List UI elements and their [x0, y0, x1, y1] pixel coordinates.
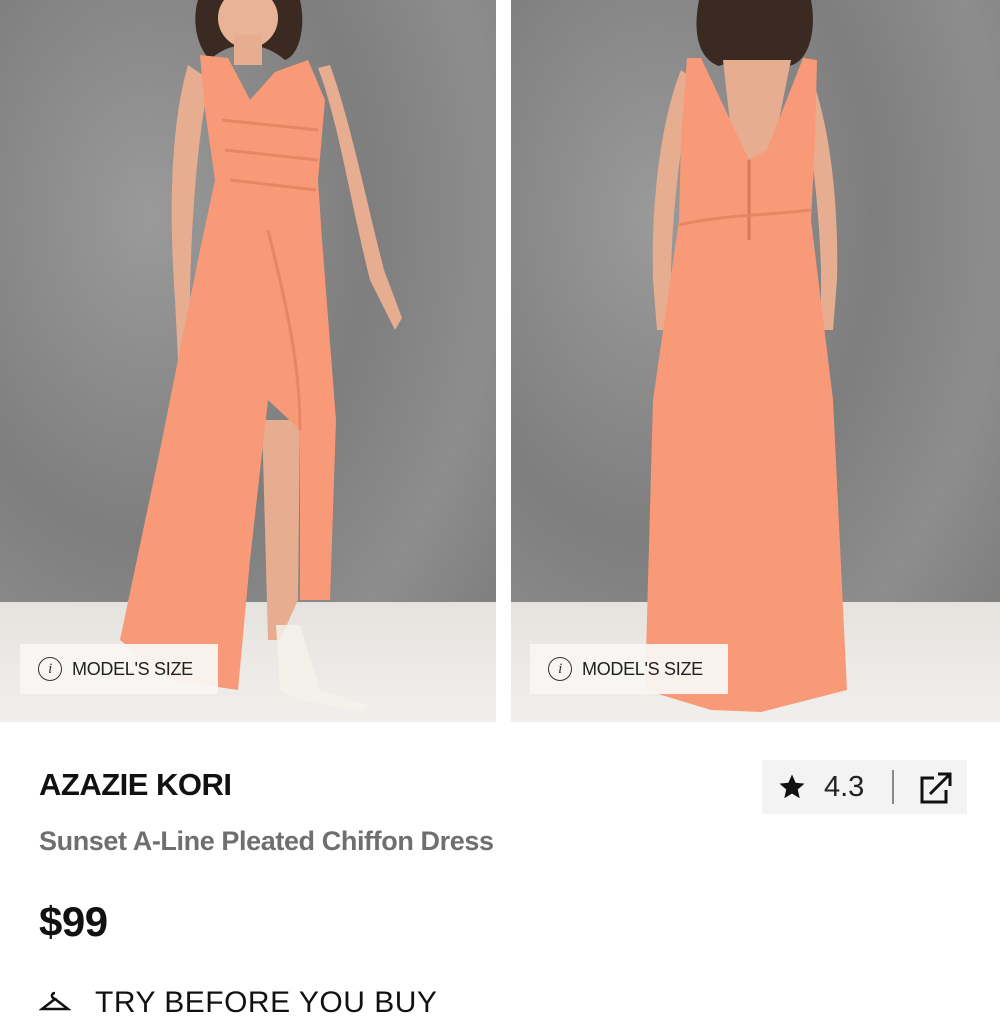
- rating-share-bar: 4.3: [762, 760, 967, 814]
- product-name: Sunset A-Line Pleated Chiffon Dress: [39, 826, 494, 856]
- product-gallery: i MODEL'S SIZE i MODEL'S SIZE: [0, 0, 1000, 722]
- info-icon: i: [38, 657, 62, 681]
- hanger-icon: [39, 991, 71, 1011]
- try-before-you-buy-label: TRY BEFORE YOU BUY: [95, 986, 438, 1019]
- model-size-button-left[interactable]: i MODEL'S SIZE: [20, 644, 218, 694]
- info-icon: i: [548, 657, 572, 681]
- share-icon[interactable]: [916, 768, 956, 808]
- model-size-button-right[interactable]: i MODEL'S SIZE: [530, 644, 728, 694]
- try-before-you-buy[interactable]: TRY BEFORE YOU BUY: [39, 983, 437, 1023]
- star-icon: [779, 774, 805, 799]
- product-photo-front[interactable]: [0, 0, 496, 722]
- product-price: $99: [39, 898, 108, 945]
- rating-value[interactable]: 4.3: [824, 771, 864, 804]
- rating-divider: [892, 770, 894, 804]
- dress-back-illustration: [645, 0, 847, 712]
- dress-front-illustration: [120, 0, 402, 712]
- product-brand[interactable]: AZAZIE KORI: [39, 767, 232, 803]
- model-size-label: MODEL'S SIZE: [582, 658, 703, 679]
- model-size-label: MODEL'S SIZE: [72, 658, 193, 679]
- product-photo-back[interactable]: [511, 0, 1000, 722]
